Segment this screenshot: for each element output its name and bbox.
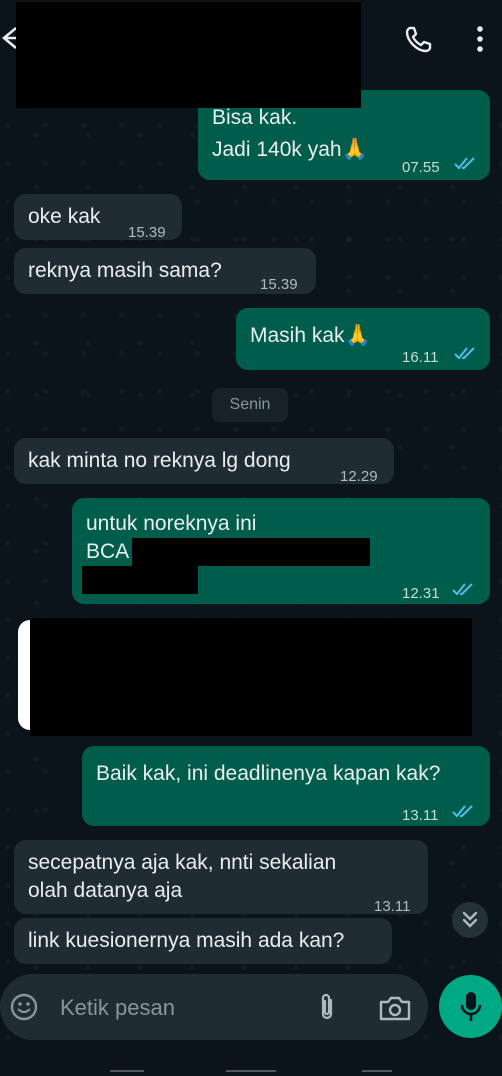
message-text: link kuesionernya masih ada kan? [28, 929, 345, 952]
camera-icon[interactable] [378, 994, 412, 1022]
redacted-block [82, 566, 198, 594]
message-time: 15.39 [128, 224, 166, 241]
message-time: 12.29 [340, 468, 378, 485]
message-text: oke kak [28, 205, 101, 228]
read-ticks-icon [452, 583, 473, 596]
message-text: BCA [86, 540, 130, 563]
message-text: Baik kak, ini deadlinenya kapan kak? [96, 762, 441, 785]
redacted-block [30, 618, 472, 736]
contact-info-redacted[interactable] [16, 90, 361, 108]
message-bubble-outgoing[interactable]: Baik kak, ini deadlinenya kapan kak? 13.… [82, 746, 490, 826]
message-input[interactable] [58, 992, 292, 1024]
more-vertical-icon[interactable] [472, 24, 488, 54]
read-ticks-icon [454, 347, 475, 360]
double-chevron-down-icon [462, 911, 478, 928]
redacted-block [132, 538, 370, 566]
message-composer [0, 974, 428, 1040]
message-text: secepatnya aja kak, nnti sekalian [28, 851, 337, 874]
message-bubble-incoming[interactable]: oke kak 15.39 [14, 194, 182, 241]
date-separator: Senin [212, 388, 288, 422]
microphone-icon [460, 992, 482, 1021]
emoji-icon[interactable] [10, 993, 38, 1021]
scroll-to-bottom-button[interactable] [452, 902, 488, 938]
phone-icon[interactable] [404, 24, 434, 54]
mic-button[interactable] [439, 975, 502, 1038]
message-time: 13.11 [402, 807, 439, 824]
message-bubble-outgoing[interactable]: Masih kak🙏 16.11 [236, 308, 490, 370]
chat-header [0, 0, 502, 108]
message-time: 07.55 [402, 159, 440, 176]
message-bubble-incoming[interactable]: kak minta no reknya lg dong 12.29 [14, 438, 394, 485]
message-time: 16.11 [402, 349, 439, 366]
message-text: kak minta no reknya lg dong [28, 449, 291, 472]
message-time: 12.31 [402, 585, 440, 602]
paperclip-icon[interactable] [316, 992, 338, 1022]
read-ticks-icon [452, 805, 473, 818]
message-bubble-incoming[interactable]: link kuesionernya masih ada kan? [14, 918, 392, 964]
nav-back-button[interactable] [362, 1070, 392, 1072]
message-text: Masih kak🙏 [250, 324, 371, 347]
read-ticks-icon [454, 157, 475, 170]
nav-recent-button[interactable] [110, 1070, 144, 1072]
message-time: 13.11 [374, 898, 411, 915]
message-bubble-incoming[interactable]: reknya masih sama? 15.39 [14, 248, 316, 294]
message-time: 15.39 [260, 276, 298, 293]
message-text: Bisa kak. [212, 106, 298, 129]
message-text: olah datanya aja [28, 879, 183, 902]
nav-home-button[interactable] [226, 1070, 276, 1072]
message-text: untuk noreknya ini [86, 512, 257, 535]
message-bubble-incoming[interactable]: secepatnya aja kak, nnti sekalian olah d… [14, 840, 428, 915]
message-text: Jadi 140k yah🙏 [212, 138, 368, 161]
message-text: reknya masih sama? [28, 259, 222, 282]
